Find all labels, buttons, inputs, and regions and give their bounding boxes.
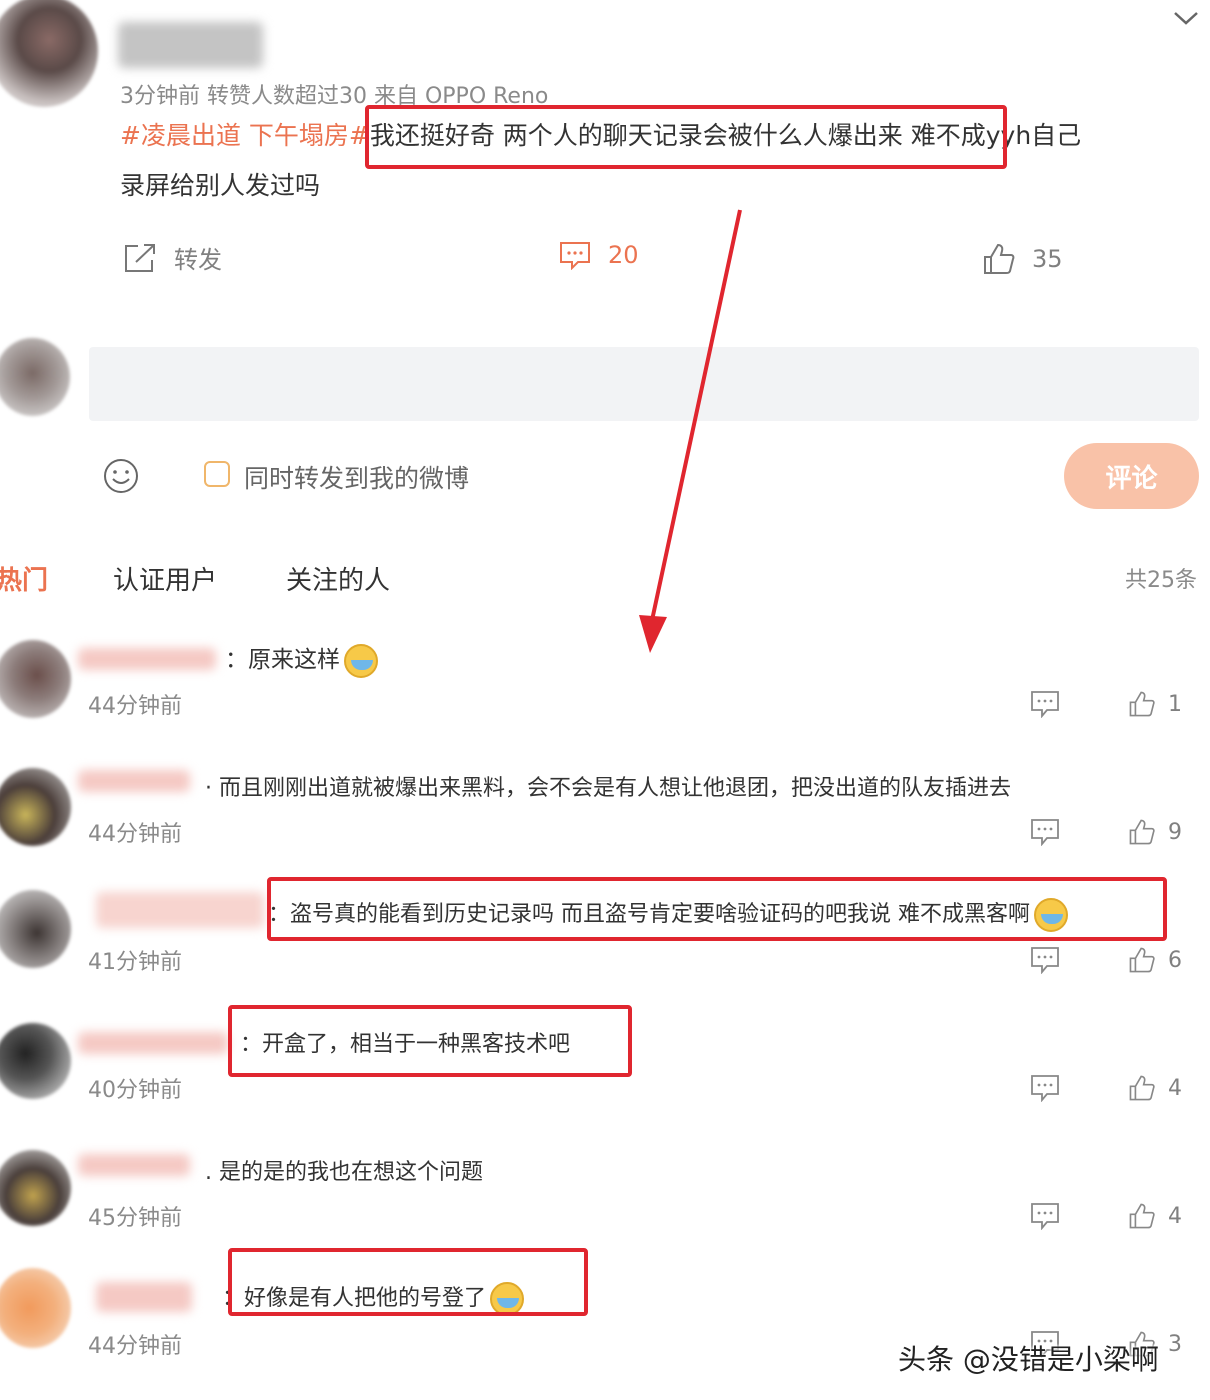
post-hashtag[interactable]: #凌晨出道 下午塌房# (120, 121, 370, 150)
thumbs-up-icon (982, 242, 1016, 276)
post-text-line2: 录屏给别人发过吗 (120, 171, 321, 200)
comment-text: ：原来这样 (225, 640, 378, 678)
comment-username[interactable] (78, 770, 190, 792)
annotation-box-post (365, 105, 1007, 169)
comment-actions: 6 (1030, 946, 1182, 974)
reply-icon[interactable] (1030, 690, 1060, 718)
comment-username[interactable] (96, 1282, 192, 1312)
comment-time: 45分钟前 (88, 1206, 182, 1231)
comment-like-count: 3 (1168, 1331, 1182, 1357)
tab-following[interactable]: 关注的人 (286, 560, 390, 597)
comment-actions: 1 (1030, 690, 1182, 718)
comment-actions: 9 (1030, 818, 1182, 846)
watermark: 头条 @没错是小梁啊 (898, 1343, 1159, 1376)
like-action[interactable]: 35 (982, 242, 1063, 276)
reply-icon[interactable] (1030, 1202, 1060, 1230)
comment-text: · 而且刚刚出道就被爆出来黑料，会不会是有人想让他退团，把没出道的队友插进去 (205, 776, 1011, 801)
comment-text: . 是的是的我也在想这个问题 (205, 1160, 483, 1185)
laughing-emoji-icon (344, 643, 378, 678)
repost-label: 转发 (174, 246, 222, 274)
comment-actions: 4 (1030, 1074, 1182, 1102)
comment-username[interactable] (78, 1154, 190, 1176)
repost-icon (122, 241, 158, 275)
comment-action[interactable]: 20 (558, 240, 639, 270)
comment-avatar[interactable] (0, 640, 71, 718)
repost-action[interactable]: 转发 (122, 240, 222, 275)
thumbs-up-icon[interactable] (1128, 818, 1156, 846)
comment-like-count: 1 (1168, 691, 1182, 717)
post-author-avatar[interactable] (0, 0, 98, 107)
thumbs-up-icon[interactable] (1128, 1074, 1156, 1102)
comment-actions: 4 (1030, 1202, 1182, 1230)
reply-icon[interactable] (1030, 946, 1060, 974)
comment-icon (558, 240, 592, 270)
thumbs-up-icon[interactable] (1128, 690, 1156, 718)
comment-time: 41分钟前 (88, 950, 182, 975)
tab-verified[interactable]: 认证用户 (113, 560, 217, 597)
collapse-chevron-icon[interactable] (1172, 8, 1200, 28)
submit-comment-button[interactable]: 评论 (1064, 443, 1199, 509)
tab-hot[interactable]: 热门 (0, 560, 48, 597)
comment-total: 共25条 (1125, 568, 1197, 593)
comment-avatar[interactable] (0, 890, 71, 968)
emoji-picker-icon[interactable] (102, 457, 140, 495)
post-author-name[interactable] (118, 22, 263, 68)
annotation-box-comment (228, 1005, 632, 1077)
comment-avatar[interactable] (0, 1268, 71, 1348)
comment-username[interactable] (78, 1032, 228, 1054)
comment-avatar[interactable] (0, 1150, 71, 1226)
reply-icon[interactable] (1030, 818, 1060, 846)
comment-time: 44分钟前 (88, 1334, 182, 1359)
comment-like-count: 9 (1168, 819, 1182, 845)
repost-checkbox[interactable] (204, 461, 230, 487)
comment-time: 44分钟前 (88, 694, 182, 719)
comment-username[interactable] (78, 648, 216, 670)
like-count: 35 (1032, 245, 1063, 273)
comment-avatar[interactable] (0, 1023, 71, 1099)
annotation-arrow (639, 209, 742, 653)
reply-icon[interactable] (1030, 1074, 1060, 1102)
comment-time: 40分钟前 (88, 1078, 182, 1103)
annotation-box-comment (228, 1248, 588, 1316)
thumbs-up-icon[interactable] (1128, 946, 1156, 974)
thumbs-up-icon[interactable] (1128, 1202, 1156, 1230)
comment-avatar[interactable] (0, 768, 71, 846)
annotation-box-comment (267, 877, 1167, 941)
repost-checkbox-label: 同时转发到我的微博 (244, 464, 470, 493)
comment-like-count: 4 (1168, 1203, 1182, 1229)
comment-like-count: 4 (1168, 1075, 1182, 1101)
comment-time: 44分钟前 (88, 822, 182, 847)
comment-like-count: 6 (1168, 947, 1182, 973)
comment-username[interactable] (96, 892, 264, 928)
current-user-avatar (0, 338, 70, 416)
